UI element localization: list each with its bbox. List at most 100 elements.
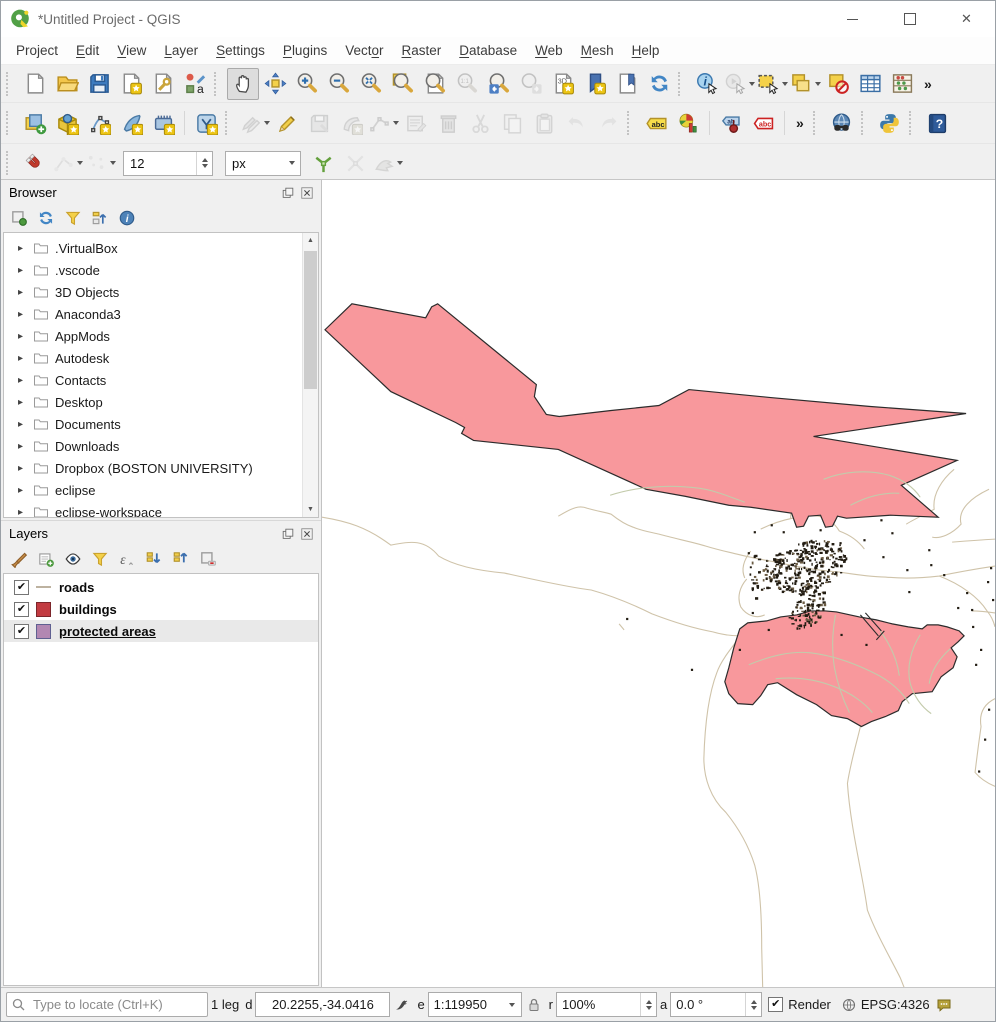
snap-segment-button[interactable] — [84, 147, 117, 179]
expand-all-button[interactable] — [144, 549, 164, 569]
expand-arrow-icon[interactable]: ▸ — [18, 287, 33, 298]
expand-arrow-icon[interactable]: ▸ — [18, 331, 33, 342]
layout-manager-button[interactable] — [147, 68, 179, 100]
dropdown-caret-icon[interactable] — [749, 82, 755, 86]
expand-arrow-icon[interactable]: ▸ — [18, 441, 33, 452]
properties-widget-button[interactable]: i — [117, 208, 137, 228]
expand-arrow-icon[interactable]: ▸ — [18, 353, 33, 364]
lock-scale-icon[interactable] — [525, 996, 543, 1014]
toolbar-handle[interactable] — [6, 111, 16, 135]
dropdown-caret-icon[interactable] — [397, 161, 403, 165]
menu-item-raster[interactable]: Raster — [393, 39, 451, 62]
open-attribute-table-button[interactable] — [854, 68, 886, 100]
snap-vertex-button[interactable] — [51, 147, 84, 179]
menu-item-web[interactable]: Web — [526, 39, 572, 62]
help-contents-button[interactable]: ? — [922, 107, 954, 139]
cut-features-button[interactable] — [464, 107, 496, 139]
expand-arrow-icon[interactable]: ▸ — [18, 375, 33, 386]
extents-toggle-icon[interactable] — [393, 996, 411, 1014]
dropdown-caret-icon[interactable] — [782, 82, 788, 86]
menu-item-settings[interactable]: Settings — [207, 39, 274, 62]
toolbar-handle[interactable] — [861, 111, 871, 135]
filter-browser-button[interactable] — [63, 208, 83, 228]
rotation-spinbox[interactable]: 0.0 ° — [670, 992, 762, 1017]
crs-status[interactable]: EPSG:4326 — [861, 997, 930, 1012]
toolbar-extension-button[interactable]: » — [918, 76, 938, 92]
scale-dropdown-icon[interactable] — [504, 993, 521, 1016]
scale-combobox[interactable]: 1:119950 — [428, 992, 522, 1017]
toolbar-handle[interactable] — [6, 151, 16, 175]
open-layer-styling-button[interactable] — [9, 549, 29, 569]
scrollbar-thumb[interactable] — [304, 251, 317, 389]
menu-item-edit[interactable]: Edit — [67, 39, 108, 62]
browser-float-icon[interactable] — [280, 185, 296, 201]
paste-features-button[interactable] — [528, 107, 560, 139]
toolbar-extension-button[interactable]: » — [790, 115, 810, 131]
expand-arrow-icon[interactable]: ▸ — [18, 265, 33, 276]
expand-arrow-icon[interactable]: ▸ — [18, 397, 33, 408]
browser-scrollbar[interactable]: ▲▼ — [302, 233, 318, 517]
zoom-in-button[interactable] — [291, 68, 323, 100]
save-project-button[interactable] — [83, 68, 115, 100]
remove-layer-group-button[interactable] — [198, 549, 218, 569]
coordinate-input[interactable]: 20.2255,-34.0416 — [255, 992, 390, 1017]
maximize-button[interactable] — [881, 1, 938, 37]
close-button[interactable]: ✕ — [938, 1, 995, 37]
browser-item-appmods[interactable]: ▸AppMods — [4, 325, 318, 347]
zoom-native-button[interactable]: 1:1 — [451, 68, 483, 100]
collapse-tree-button[interactable] — [90, 208, 110, 228]
new-print-layout-button[interactable] — [115, 68, 147, 100]
enable-snapping-button[interactable] — [19, 147, 51, 179]
browser-item-documents[interactable]: ▸Documents — [4, 413, 318, 435]
modify-attributes-button[interactable] — [400, 107, 432, 139]
pan-map-button[interactable] — [227, 68, 259, 100]
browser-item-eclipse-workspace[interactable]: ▸eclipse-workspace — [4, 501, 318, 518]
undo-button[interactable] — [560, 107, 592, 139]
statistical-summary-button[interactable] — [886, 68, 918, 100]
zoom-layer-button[interactable] — [419, 68, 451, 100]
manage-visibility-button[interactable] — [63, 549, 83, 569]
dropdown-caret-icon[interactable] — [393, 121, 399, 125]
toolbar-handle[interactable] — [627, 111, 637, 135]
browser-item-desktop[interactable]: ▸Desktop — [4, 391, 318, 413]
new-virtual-layer-button[interactable] — [190, 107, 222, 139]
show-bookmarks-button[interactable] — [611, 68, 643, 100]
snapping-intersection-button[interactable] — [339, 147, 371, 179]
expand-arrow-icon[interactable]: ▸ — [18, 485, 33, 496]
map-canvas[interactable] — [322, 180, 995, 988]
dropdown-caret-icon[interactable] — [815, 82, 821, 86]
expand-arrow-icon[interactable]: ▸ — [18, 419, 33, 430]
browser-item-eclipse[interactable]: ▸eclipse — [4, 479, 318, 501]
vertex-tool-button[interactable] — [367, 107, 400, 139]
menu-item-vector[interactable]: Vector — [336, 39, 392, 62]
minimize-button[interactable] — [824, 1, 881, 37]
browser-item-contacts[interactable]: ▸Contacts — [4, 369, 318, 391]
refresh-browser-button[interactable] — [36, 208, 56, 228]
topological-editing-button[interactable] — [307, 147, 339, 179]
new-project-button[interactable] — [19, 68, 51, 100]
dropdown-caret-icon[interactable] — [264, 121, 270, 125]
expand-arrow-icon[interactable]: ▸ — [18, 507, 33, 518]
menu-item-project[interactable]: Project — [7, 39, 67, 62]
menu-item-mesh[interactable]: Mesh — [572, 39, 623, 62]
zoom-full-button[interactable] — [355, 68, 387, 100]
scroll-up-icon[interactable]: ▲ — [303, 233, 318, 248]
delete-selected-button[interactable] — [432, 107, 464, 139]
add-group-button[interactable] — [36, 549, 56, 569]
layer-item-buildings[interactable]: ✔buildings — [4, 598, 318, 620]
layer-visibility-checkbox[interactable]: ✔ — [14, 624, 29, 639]
toolbar-handle[interactable] — [678, 72, 688, 96]
filter-legend-button[interactable] — [90, 549, 110, 569]
menu-item-plugins[interactable]: Plugins — [274, 39, 336, 62]
new-3d-map-button[interactable]: 3D — [547, 68, 579, 100]
tracing-button[interactable] — [371, 147, 404, 179]
menu-item-database[interactable]: Database — [450, 39, 526, 62]
log-messages-icon[interactable] — [935, 996, 953, 1014]
browser-item-downloads[interactable]: ▸Downloads — [4, 435, 318, 457]
browser-item--vscode[interactable]: ▸.vscode — [4, 259, 318, 281]
pin-labels-button[interactable]: ab — [715, 107, 747, 139]
highlight-pinned-labels-button[interactable]: abc — [747, 107, 779, 139]
identify-features-button[interactable]: i — [691, 68, 723, 100]
toggle-editing-button[interactable] — [271, 107, 303, 139]
browser-item-anaconda3[interactable]: ▸Anaconda3 — [4, 303, 318, 325]
